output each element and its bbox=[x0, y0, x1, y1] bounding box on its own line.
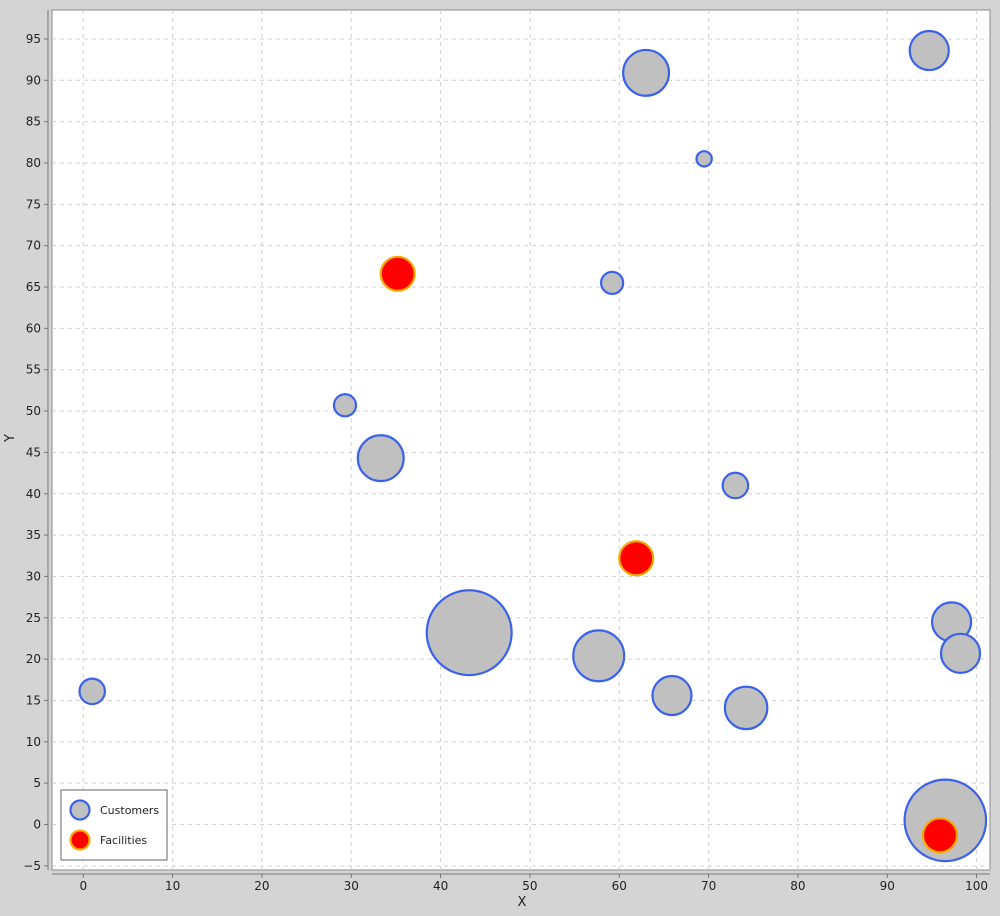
facility-point bbox=[618, 540, 655, 577]
legend-marker bbox=[69, 799, 91, 821]
customer-point bbox=[651, 674, 693, 717]
customer-point bbox=[599, 270, 625, 296]
y-tick-label: 35 bbox=[26, 528, 41, 542]
y-tick-label: 60 bbox=[26, 321, 41, 335]
y-tick-label: 45 bbox=[26, 445, 41, 459]
customer-point bbox=[622, 48, 671, 97]
y-tick-label: 20 bbox=[26, 652, 41, 666]
customer-point bbox=[356, 434, 405, 483]
legend-label: Facilities bbox=[100, 834, 147, 847]
y-tick-label: 75 bbox=[26, 197, 41, 211]
x-tick-label: 40 bbox=[433, 879, 448, 893]
legend-marker bbox=[69, 829, 91, 851]
customer-point bbox=[695, 150, 713, 168]
x-tick-label: 90 bbox=[880, 879, 895, 893]
y-tick-label: 5 bbox=[33, 776, 41, 790]
legend-label: Customers bbox=[100, 804, 159, 817]
y-tick-label: −5 bbox=[23, 859, 41, 873]
y-tick-label: 55 bbox=[26, 363, 41, 377]
y-tick-label: 30 bbox=[26, 569, 41, 583]
customer-point bbox=[908, 29, 950, 72]
y-tick-label: 85 bbox=[26, 115, 41, 129]
y-tick-label: 40 bbox=[26, 487, 41, 501]
y-tick-label: 65 bbox=[26, 280, 41, 294]
customer-point bbox=[939, 632, 982, 674]
y-tick-label: 80 bbox=[26, 156, 41, 170]
x-tick-label: 100 bbox=[965, 879, 988, 893]
legend: Customers Facilities bbox=[60, 789, 168, 861]
facility-point bbox=[921, 817, 959, 854]
y-axis-label: Y bbox=[3, 434, 18, 443]
customer-point bbox=[572, 629, 626, 683]
y-tick-label: 90 bbox=[26, 73, 41, 87]
y-tick-label: 10 bbox=[26, 735, 41, 749]
x-tick-label: 20 bbox=[254, 879, 269, 893]
customer-point bbox=[78, 677, 107, 706]
y-tick-label: 95 bbox=[26, 32, 41, 46]
y-tick-label: 70 bbox=[26, 239, 41, 253]
x-tick-label: 0 bbox=[79, 879, 87, 893]
x-tick-label: 10 bbox=[165, 879, 180, 893]
customer-point bbox=[425, 589, 513, 677]
x-axis-label: X bbox=[518, 895, 527, 910]
x-tick-label: 60 bbox=[612, 879, 627, 893]
customer-point bbox=[721, 471, 750, 500]
customer-point bbox=[723, 685, 769, 731]
x-tick-label: 70 bbox=[701, 879, 716, 893]
customer-point bbox=[332, 393, 358, 418]
x-tick-label: 50 bbox=[522, 879, 537, 893]
y-tick-label: 0 bbox=[33, 818, 41, 832]
plot-area bbox=[51, 9, 991, 871]
y-tick-label: 25 bbox=[26, 611, 41, 625]
facility-point bbox=[379, 255, 416, 292]
x-tick-label: 30 bbox=[344, 879, 359, 893]
scatter-chart: 0 10 20 30 40 50 60 70 80 90 100 −5 0 5 10 15 20 25 30 35 40… bbox=[0, 0, 1000, 916]
y-tick-label: 15 bbox=[26, 693, 41, 707]
x-tick-label: 80 bbox=[790, 879, 805, 893]
y-tick-label: 50 bbox=[26, 404, 41, 418]
